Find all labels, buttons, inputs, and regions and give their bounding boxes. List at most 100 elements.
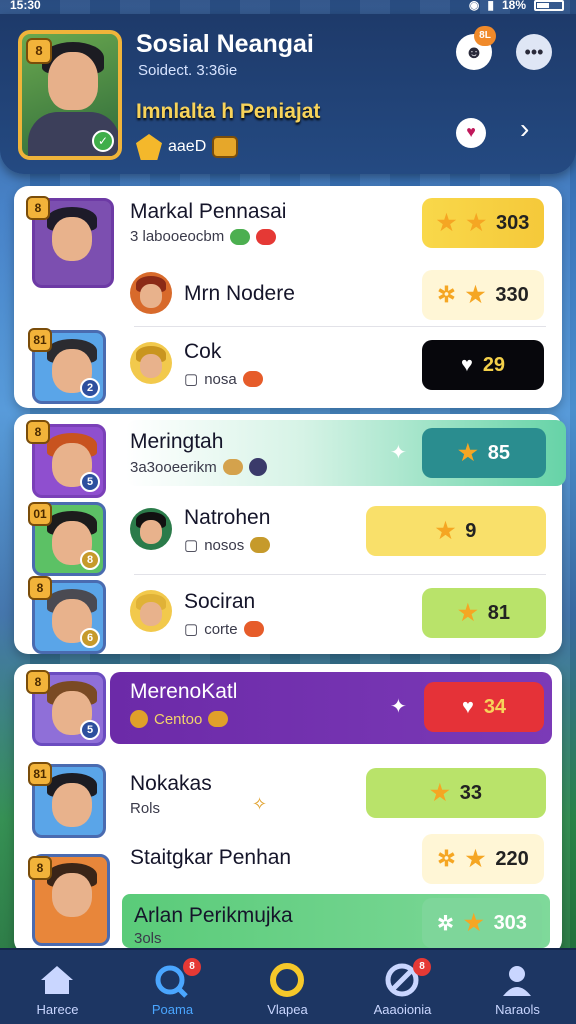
score-pill[interactable]: ♥ 34 <box>424 682 544 732</box>
player-name: Arlan Perikmujka <box>134 904 293 927</box>
leaderboard-card: 8 Markal Pennasai 3 labooeocbm ★ ★ 303 M… <box>14 186 562 408</box>
score-pill[interactable]: ♥ 29 <box>422 340 544 390</box>
player-meta-text: corte <box>204 620 238 638</box>
rank-badge: 8 <box>26 196 50 220</box>
token-icon <box>250 537 271 553</box>
divider <box>134 326 546 327</box>
tab-badge: 8 <box>183 958 201 976</box>
score-value: 330 <box>495 283 529 306</box>
avatar-face <box>140 602 162 626</box>
avatar[interactable] <box>130 342 172 384</box>
player-meta: Centoo <box>130 710 229 728</box>
rank-badge: 81 <box>28 762 52 786</box>
avatar[interactable] <box>130 508 172 550</box>
tag-icon: ▢ <box>184 537 199 554</box>
score-value: 220 <box>495 847 529 870</box>
chevron-right-icon[interactable]: › <box>520 114 529 144</box>
player-meta-text: nosos <box>204 536 245 554</box>
score-value: 81 <box>487 601 510 624</box>
favorite-button[interactable]: ♥ <box>456 118 486 148</box>
player-meta-text: Centoo <box>154 710 203 728</box>
profile-header: 8 ✓ Sosial Neangai Soidect. 3:36ie Imnla… <box>0 14 576 174</box>
score-value: 303 <box>496 211 530 234</box>
home-icon <box>41 966 73 994</box>
divider <box>134 574 546 575</box>
level-badge: 5 <box>80 720 100 740</box>
score-pill[interactable]: ★ 81 <box>422 588 546 638</box>
rank-badge: 8 <box>28 576 52 600</box>
star-icon: ★ <box>435 518 456 543</box>
avatar-face <box>140 520 162 544</box>
more-button[interactable]: ••• <box>516 34 552 70</box>
score-pill[interactable]: ★ 33 <box>366 768 546 818</box>
avatar-face <box>52 873 92 917</box>
page-subtitle: Soidect. 3:36ie <box>138 62 238 79</box>
player-meta-text: Rols <box>130 800 161 817</box>
score-pill[interactable]: ✲ ★ 220 <box>422 834 544 884</box>
level-badge: 2 <box>80 378 100 398</box>
puzzle-icon: ✦ <box>390 442 407 464</box>
avatar-face <box>140 354 162 378</box>
shield-icon <box>230 228 251 245</box>
tab-label: Naraols <box>495 1002 540 1017</box>
score-value: 29 <box>482 353 506 376</box>
player-meta: 3 labooeocbm <box>130 228 277 245</box>
score-pill[interactable]: ✲ ★ 330 <box>422 270 544 320</box>
avatar-mini-icon <box>248 458 267 476</box>
token-icon <box>242 371 263 387</box>
score-pill[interactable]: ✲ ★ 303 <box>422 898 542 948</box>
level-badge: 6 <box>80 628 100 648</box>
tab-ring[interactable]: Vlapea <box>230 950 345 1024</box>
score-pill[interactable]: ★ 85 <box>422 428 546 478</box>
avatar-face <box>52 783 92 827</box>
star-icon: ★ <box>466 210 487 235</box>
player-meta: ▢ nosa <box>184 370 263 388</box>
tab-label: Aaaoionia <box>373 1002 432 1017</box>
tab-home[interactable]: Harece <box>0 950 115 1024</box>
player-meta-text: 3a3ooeerikm <box>130 458 217 476</box>
player-name: Cok <box>184 340 222 363</box>
player-name: Markal Pennasai <box>130 200 287 223</box>
avatar-face <box>52 217 92 261</box>
leaderboard-card: 5 8 Meringtah 3a3ooeerikm ✦ ★ 85 8 01 Na… <box>14 414 566 654</box>
page-title: Sosial Neangai <box>136 30 314 58</box>
tab-profile[interactable]: Naraols <box>460 950 575 1024</box>
player-name: Mrn Nodere <box>184 282 295 305</box>
check-icon: ✓ <box>92 130 114 152</box>
hero-portrait[interactable]: 8 ✓ <box>18 30 122 160</box>
hero-rank-badge: 8 <box>26 38 52 64</box>
hero-name: Imnlalta h Peniajat <box>136 100 321 123</box>
status-time: 15:30 <box>10 0 41 12</box>
chest-icon <box>212 136 239 158</box>
signal-icon: ▮ <box>487 0 494 12</box>
gear-icon: ✲ <box>437 282 456 307</box>
player-meta-text: nosa <box>204 370 237 388</box>
tab-crossed[interactable]: 8 Aaaoionia <box>345 950 460 1024</box>
player-name: Natrohen <box>184 506 271 529</box>
rank-badge: 8 <box>26 420 50 444</box>
avatar[interactable] <box>130 590 172 632</box>
player-name: Nokakas <box>130 772 212 795</box>
player-meta: 3a3ooeerikm <box>130 458 267 476</box>
rank-badge: 8 <box>28 856 52 880</box>
heart-icon: ♥ <box>460 353 473 376</box>
tab-badge: 8 <box>413 958 431 976</box>
level-badge: 5 <box>80 472 100 492</box>
tab-search[interactable]: 8 Poama <box>115 950 230 1024</box>
tab-label: Poama <box>151 1002 194 1017</box>
avatar[interactable] <box>130 272 172 314</box>
gear-icon: ✲ <box>437 846 456 871</box>
player-meta: ▢ nosos <box>184 536 271 554</box>
score-pill[interactable]: ★ 9 <box>366 506 546 556</box>
puzzle-icon: ✦ <box>390 696 407 718</box>
tag-icon: ▢ <box>184 621 199 638</box>
sparkle-icon: ✧ <box>252 794 268 814</box>
player-name: Meringtah <box>130 430 224 453</box>
tag-icon: ▢ <box>184 371 199 388</box>
coin-count: aaeD <box>168 138 207 155</box>
star-icon: ★ <box>436 210 457 235</box>
gem-icon <box>136 134 162 160</box>
tab-label: Harece <box>36 1002 79 1017</box>
score-pill[interactable]: ★ ★ 303 <box>422 198 544 248</box>
player-meta-text: 3 labooeocbm <box>130 228 225 245</box>
